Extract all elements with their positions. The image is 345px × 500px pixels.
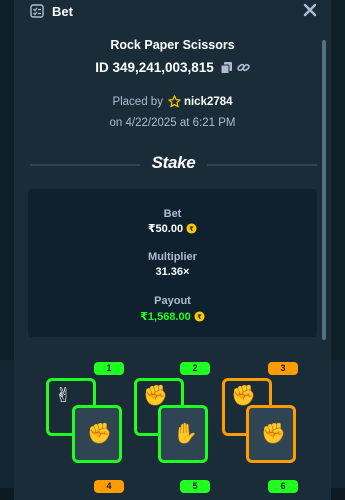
placed-by-label: Placed by — [112, 95, 163, 108]
round-badge: 2 — [180, 362, 210, 375]
payout-amount-row: ₹1,568.00 ₹ — [28, 310, 317, 323]
receipt-icon — [30, 4, 44, 18]
round-badge: 5 — [180, 480, 210, 493]
star-icon — [168, 95, 181, 108]
rock-fist-icon: ✊ — [143, 385, 168, 407]
link-icon[interactable] — [237, 61, 250, 74]
multiplier-value: 31.36× — [28, 266, 317, 278]
round-badge: 4 — [94, 480, 124, 493]
rock-fist-icon: ✊ — [231, 385, 256, 407]
modal-title: Bet — [52, 3, 73, 19]
bet-id: ID 349,241,003,815 — [95, 60, 214, 75]
close-icon[interactable] — [301, 1, 319, 19]
round-badge: 6 — [268, 480, 298, 493]
bet-amount-row: ₹50.00 ₹ — [28, 222, 317, 235]
round-badge: 3 — [268, 362, 298, 375]
placed-by-row: Placed by nick2784 — [14, 95, 331, 108]
svg-text:₹: ₹ — [197, 313, 202, 321]
game-title[interactable]: Rock Paper Scissors — [14, 38, 331, 52]
payout-amount: ₹1,568.00 — [140, 311, 191, 323]
opponent-card: ✊ — [72, 405, 122, 463]
opponent-card: ✋ — [158, 405, 208, 463]
round-badge: 1 — [94, 362, 124, 375]
bet-date: on 4/22/2025 at 6:21 PM — [109, 117, 236, 129]
scissors-hand-icon: ✌ — [55, 385, 72, 407]
bet-amount: ₹50.00 — [147, 223, 184, 235]
divider-left — [30, 164, 140, 166]
svg-text:₹: ₹ — [189, 225, 194, 233]
divider-right — [207, 164, 317, 166]
rock-fist-icon: ✊ — [87, 423, 112, 445]
rupee-coin-icon: ₹ — [194, 311, 205, 322]
modal-scrollbar[interactable] — [322, 40, 326, 340]
multiplier-label: Multiplier — [148, 251, 197, 263]
copy-icon[interactable] — [220, 61, 233, 74]
paper-hand-icon: ✋ — [173, 423, 198, 445]
bet-id-row: ID 349,241,003,815 — [14, 60, 331, 75]
rock-fist-icon: ✊ — [261, 423, 286, 445]
bet-details-card: Bet ₹50.00 ₹ Multiplier 31.36× Payout ₹1… — [28, 189, 317, 337]
stake-logo: Stake — [151, 153, 196, 172]
rupee-coin-icon: ₹ — [186, 223, 197, 234]
multiplier-amount: 31.36× — [155, 266, 190, 278]
modal-header: Bet — [14, 0, 331, 22]
opponent-card: ✊ — [246, 405, 296, 463]
bet-label: Bet — [163, 208, 182, 220]
username-link[interactable]: nick2784 — [184, 96, 233, 108]
payout-label: Payout — [154, 295, 191, 307]
